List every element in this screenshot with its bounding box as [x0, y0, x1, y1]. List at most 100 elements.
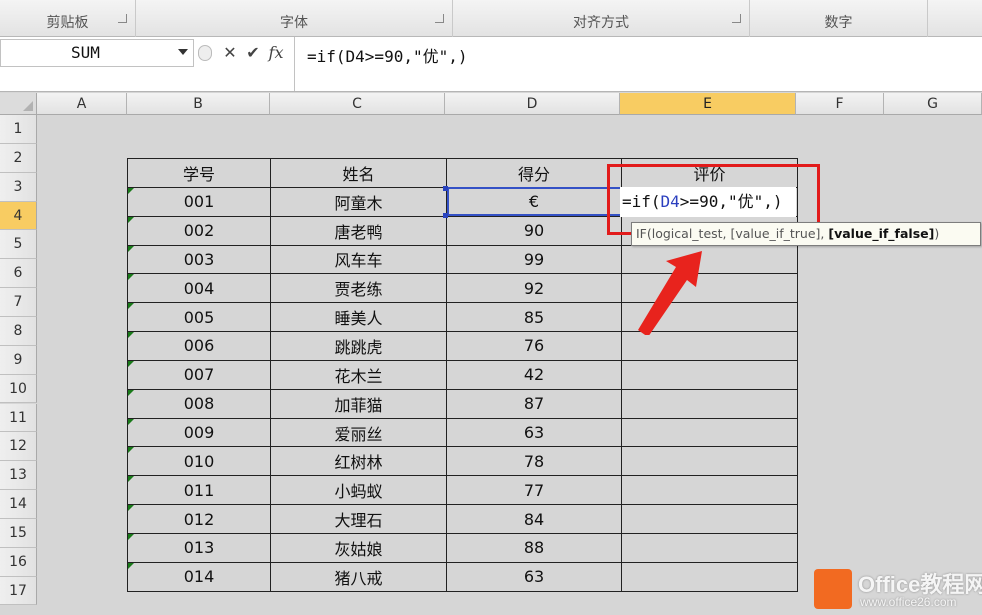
row-header-1[interactable]: 1 [0, 115, 37, 144]
select-all-corner[interactable] [0, 93, 37, 115]
score-cell[interactable]: 87 [446, 388, 622, 419]
name-cell[interactable]: 花木兰 [270, 359, 447, 390]
rating-cell[interactable] [621, 475, 798, 506]
table-row: 012 大理石 84 [127, 504, 798, 534]
cancel-icon[interactable]: ✕ [220, 42, 240, 64]
rating-cell[interactable] [621, 417, 798, 448]
name-cell[interactable]: 大理石 [270, 504, 447, 534]
score-cell[interactable]: 90 [446, 215, 622, 246]
row-header-2[interactable]: 2 [0, 143, 37, 173]
rating-cell[interactable] [621, 532, 798, 563]
rating-cell[interactable] [621, 388, 798, 419]
id-cell[interactable]: 003 [127, 244, 271, 275]
error-indicator-icon [128, 476, 134, 483]
name-cell[interactable]: 风车车 [270, 244, 447, 275]
name-cell[interactable]: 灰姑娘 [270, 532, 447, 563]
id-cell[interactable]: 002 [127, 215, 271, 246]
id-cell[interactable]: 012 [127, 504, 271, 534]
insert-function-icon[interactable]: fx [266, 42, 286, 64]
rating-cell[interactable] [621, 359, 798, 390]
id-cell[interactable]: 011 [127, 475, 271, 506]
name-cell[interactable]: 阿童木 [270, 186, 447, 217]
header-cell-id[interactable]: 学号 [127, 158, 271, 188]
name-box-dropdown-icon[interactable] [178, 49, 188, 55]
column-header-c[interactable]: C [270, 93, 445, 115]
name-cell[interactable]: 跳跳虎 [270, 331, 447, 361]
row-header-8[interactable]: 8 [0, 316, 37, 346]
row-header-16[interactable]: 16 [0, 547, 37, 577]
id-cell[interactable]: 004 [127, 273, 271, 304]
dialog-launcher-icon[interactable] [118, 14, 127, 23]
row-header-3[interactable]: 3 [0, 172, 37, 202]
score-cell[interactable]: 85 [446, 302, 622, 333]
score-cell[interactable]: 78 [446, 446, 622, 477]
name-cell[interactable]: 小蚂蚁 [270, 475, 447, 506]
name-cell[interactable]: 贾老练 [270, 273, 447, 304]
row-header-13[interactable]: 13 [0, 461, 37, 491]
header-cell-name[interactable]: 姓名 [270, 158, 447, 188]
id-cell[interactable]: 013 [127, 532, 271, 563]
enter-icon[interactable]: ✔ [243, 42, 263, 64]
function-tooltip[interactable]: IF(logical_test, [value_if_true], [value… [631, 222, 981, 246]
score-cell[interactable]: 84 [446, 504, 622, 534]
score-cell[interactable]: 76 [446, 331, 622, 361]
name-cell[interactable]: 爱丽丝 [270, 417, 447, 448]
id-cell[interactable]: 014 [127, 561, 271, 592]
tooltip-end: ) [934, 226, 940, 241]
row-header-5[interactable]: 5 [0, 230, 37, 260]
rating-cell[interactable] [621, 504, 798, 534]
column-header-f[interactable]: F [796, 93, 884, 115]
score-cell[interactable]: 77 [446, 475, 622, 506]
formula-bar-grip-icon[interactable] [198, 45, 212, 61]
name-cell[interactable]: 猪八戒 [270, 561, 447, 592]
score-cell[interactable]: 99 [446, 244, 622, 275]
score-cell[interactable]: 42 [446, 359, 622, 390]
id-cell[interactable]: 006 [127, 331, 271, 361]
name-cell[interactable]: 加菲猫 [270, 388, 447, 419]
header-cell-score[interactable]: 得分 [446, 158, 622, 188]
row-header-17[interactable]: 17 [0, 576, 37, 606]
ribbon-group-alignment: 对齐方式 [453, 0, 750, 37]
id-cell[interactable]: 007 [127, 359, 271, 390]
row-header-14[interactable]: 14 [0, 490, 37, 519]
column-header-a[interactable]: A [37, 93, 127, 115]
watermark: Office教程网 www.office26.com [812, 565, 982, 615]
column-header-g[interactable]: G [884, 93, 982, 115]
dialog-launcher-icon[interactable] [732, 14, 741, 23]
column-header-d[interactable]: D [445, 93, 620, 115]
id-cell[interactable]: 010 [127, 446, 271, 477]
id-cell[interactable]: 001 [127, 186, 271, 217]
formula-input[interactable]: =if(D4>=90,"优",) [294, 37, 982, 91]
rating-cell[interactable] [621, 446, 798, 477]
row-header-9[interactable]: 9 [0, 345, 37, 375]
row-header-11[interactable]: 11 [0, 403, 37, 433]
error-indicator-icon [128, 360, 134, 367]
score-cell[interactable]: 63 [446, 417, 622, 448]
score-cell[interactable]: 63 [446, 561, 622, 592]
row-header-10[interactable]: 10 [0, 374, 37, 404]
id-cell[interactable]: 008 [127, 388, 271, 419]
rating-cell[interactable] [621, 331, 798, 361]
row-header-12[interactable]: 12 [0, 432, 37, 462]
name-box[interactable]: SUM [0, 39, 194, 67]
watermark-url: www.office26.com [860, 595, 957, 609]
id-cell[interactable]: 005 [127, 302, 271, 333]
column-header-e[interactable]: E [620, 93, 796, 115]
row-header-15[interactable]: 15 [0, 518, 37, 548]
score-cell[interactable]: 92 [446, 273, 622, 304]
row-header-6[interactable]: 6 [0, 259, 37, 289]
selection-handle[interactable] [443, 213, 448, 218]
office-logo-icon [814, 569, 852, 609]
score-cell[interactable]: 88 [446, 532, 622, 563]
score-cell[interactable]: € [446, 186, 622, 217]
name-cell[interactable]: 睡美人 [270, 302, 447, 333]
dialog-launcher-icon[interactable] [435, 14, 444, 23]
id-cell[interactable]: 009 [127, 417, 271, 448]
row-header-4[interactable]: 4 [0, 201, 37, 231]
rating-cell[interactable] [621, 561, 798, 592]
selection-handle[interactable] [443, 186, 448, 191]
name-cell[interactable]: 红树林 [270, 446, 447, 477]
row-header-7[interactable]: 7 [0, 288, 37, 317]
column-header-b[interactable]: B [127, 93, 270, 115]
name-cell[interactable]: 唐老鸭 [270, 215, 447, 246]
